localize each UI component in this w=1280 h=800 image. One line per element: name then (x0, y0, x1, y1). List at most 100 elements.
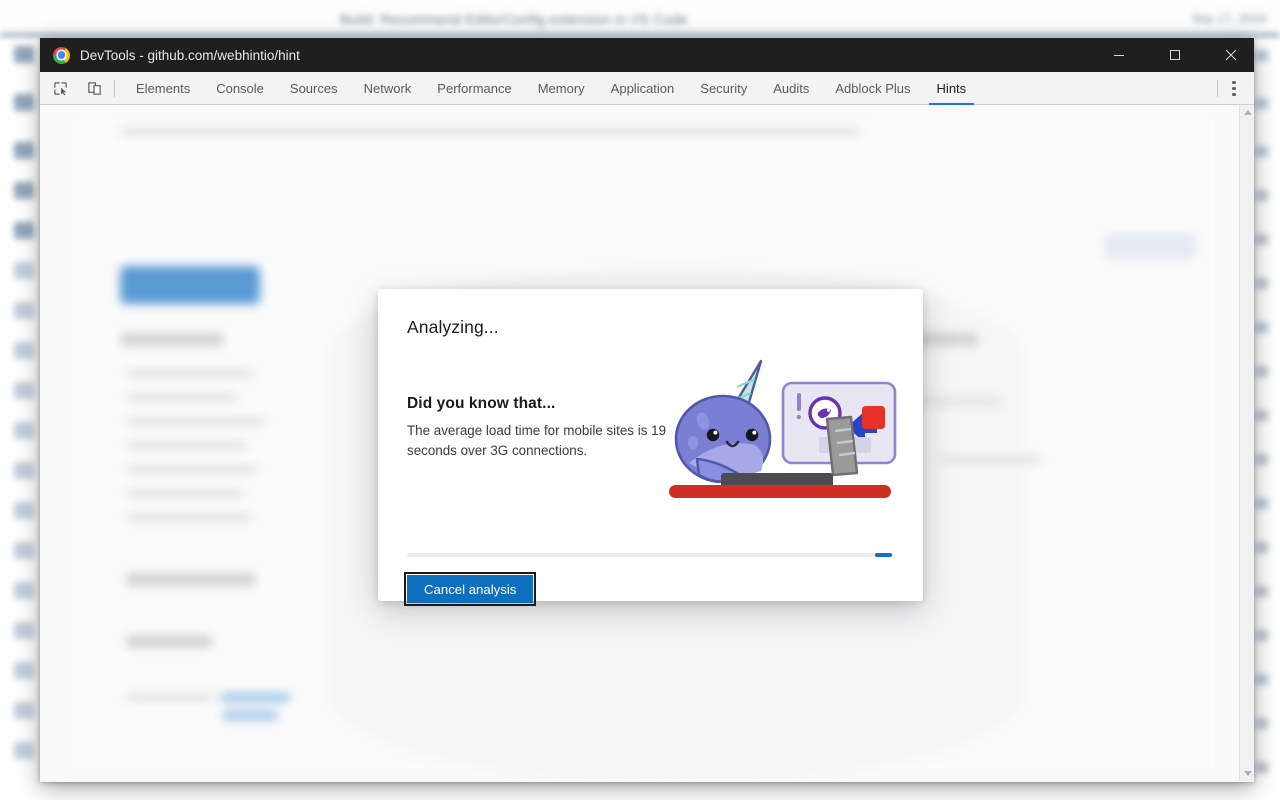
did-you-know-fact: The average load time for mobile sites i… (407, 421, 677, 462)
cancel-analysis-button[interactable]: Cancel analysis (407, 575, 533, 603)
device-toolbar-icon[interactable] (80, 74, 108, 102)
background-row-right-icon (1255, 278, 1268, 289)
background-row-icon (14, 622, 34, 639)
placeholder-text-line (126, 465, 258, 474)
background-row-right-icon (1255, 234, 1268, 245)
placeholder-button (1104, 233, 1196, 259)
placeholder-text-line (126, 441, 248, 450)
background-row-right-icon (1255, 630, 1268, 641)
placeholder-text-line (126, 489, 244, 498)
tab-label: Elements (136, 81, 190, 96)
tab-memory[interactable]: Memory (525, 72, 598, 105)
tab-console[interactable]: Console (203, 72, 277, 105)
narwhal-at-computer-illustration (665, 351, 897, 504)
background-commit-title: Build: Recommend EditorConfig extension … (340, 11, 688, 27)
tab-network[interactable]: Network (351, 72, 425, 105)
placeholder-heading (126, 573, 256, 586)
placeholder-heading (120, 333, 224, 346)
minimize-icon[interactable] (1096, 38, 1142, 72)
scroll-down-arrow-icon[interactable] (1240, 766, 1254, 781)
background-row-icon (14, 46, 34, 63)
placeholder-link (220, 693, 290, 702)
background-row-icon (14, 542, 34, 559)
tab-label: Audits (773, 81, 809, 96)
background-row-right-icon (1255, 674, 1268, 685)
tab-label: Console (216, 81, 264, 96)
placeholder-text-line (126, 393, 238, 402)
tab-security[interactable]: Security (687, 72, 760, 105)
placeholder-text-line (126, 417, 266, 426)
tab-label: Network (364, 81, 412, 96)
devtools-tab-strip: Elements Console Sources Network Perform… (40, 72, 1254, 105)
dialog-title: Analyzing... (407, 317, 893, 338)
placeholder-text-line (120, 127, 860, 136)
scroll-up-arrow-icon[interactable] (1240, 105, 1254, 120)
analyzing-dialog: Analyzing... Did you know that... The av… (378, 289, 923, 601)
toolbar-divider (114, 80, 115, 97)
close-icon[interactable] (1208, 38, 1254, 72)
toolbar-divider (1217, 80, 1218, 97)
inspect-element-icon[interactable] (46, 74, 74, 102)
background-row-right-icon (1255, 98, 1268, 109)
tab-label: Hints (937, 81, 967, 96)
background-row-icon (14, 382, 34, 399)
placeholder-text-line (126, 369, 254, 378)
tab-label: Adblock Plus (835, 81, 910, 96)
background-row-icon (14, 302, 34, 319)
devtools-scrollbar[interactable] (1239, 105, 1254, 781)
background-row-icon (14, 94, 34, 111)
background-commit-date: Sep 17, 2019 (1192, 12, 1266, 26)
background-row-icon (14, 422, 34, 439)
devtools-window: DevTools - github.com/webhintio/hint (40, 38, 1254, 782)
background-row-right-icon (1255, 50, 1268, 61)
tab-sources[interactable]: Sources (277, 72, 351, 105)
tab-audits[interactable]: Audits (760, 72, 822, 105)
background-row-icon (14, 662, 34, 679)
background-row-right-icon (1255, 454, 1268, 465)
background-row-right-icon (1255, 762, 1268, 773)
did-you-know-block: Did you know that... The average load ti… (407, 395, 677, 462)
kebab-menu-icon[interactable] (1222, 72, 1246, 105)
background-row-right-icon (1255, 718, 1268, 729)
background-row-right-icon (1255, 410, 1268, 421)
placeholder-text-line (126, 513, 252, 522)
analysis-progress-indicator (875, 553, 892, 557)
placeholder-text-line (940, 455, 1042, 464)
background-row-right-icon (1255, 586, 1268, 597)
placeholder-primary-button (120, 266, 260, 304)
placeholder-link (222, 711, 278, 720)
tab-label: Sources (290, 81, 338, 96)
tab-performance[interactable]: Performance (424, 72, 524, 105)
background-row-icon (14, 502, 34, 519)
background-row-right-icon (1255, 498, 1268, 509)
background-row-icon (14, 742, 34, 759)
did-you-know-heading: Did you know that... (407, 395, 677, 413)
dialog-body: Did you know that... The average load ti… (407, 395, 893, 515)
background-row-right-icon (1255, 146, 1268, 157)
tab-elements[interactable]: Elements (123, 72, 203, 105)
background-row-icon (14, 142, 34, 159)
background-row-icon (14, 342, 34, 359)
window-title: DevTools - github.com/webhintio/hint (80, 48, 300, 63)
devtools-title-bar: DevTools - github.com/webhintio/hint (40, 38, 1254, 72)
background-row-icon (14, 182, 34, 199)
tab-hints[interactable]: Hints (924, 72, 980, 105)
background-row-icon (14, 462, 34, 479)
chrome-logo-icon (53, 47, 70, 64)
tab-label: Performance (437, 81, 511, 96)
tab-application[interactable]: Application (598, 72, 688, 105)
tab-label: Security (700, 81, 747, 96)
background-row-icon (14, 702, 34, 719)
analysis-progress-bar (407, 553, 893, 557)
maximize-icon[interactable] (1152, 38, 1198, 72)
placeholder-heading (126, 635, 212, 648)
background-row-icon (14, 582, 34, 599)
background-row-right-icon (1255, 190, 1268, 201)
tab-label: Application (611, 81, 675, 96)
background-row-right-icon (1255, 366, 1268, 377)
tab-label: Memory (538, 81, 585, 96)
placeholder-text-line (126, 693, 214, 702)
background-row-icon (14, 222, 34, 239)
background-row-icon (14, 262, 34, 279)
tab-adblock-plus[interactable]: Adblock Plus (822, 72, 923, 105)
